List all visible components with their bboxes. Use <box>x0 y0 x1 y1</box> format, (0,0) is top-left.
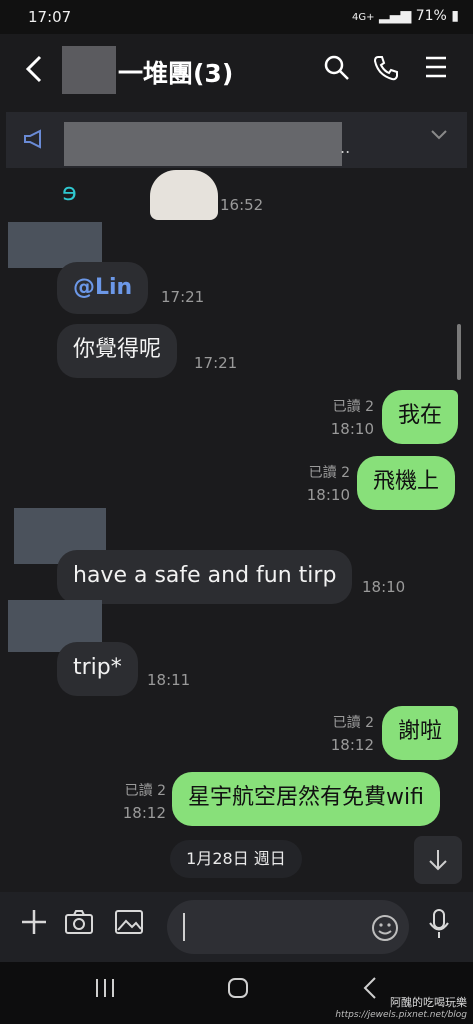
home-icon <box>228 978 248 998</box>
message-bubble-outgoing[interactable]: 我在 <box>382 390 459 444</box>
text-caret <box>183 913 185 941</box>
menu-button[interactable] <box>424 54 448 84</box>
message-time: 17:21 <box>161 288 205 306</box>
sticker-decoration: ɘ <box>62 178 77 206</box>
message-bubble-incoming[interactable]: trip* <box>57 642 138 696</box>
date-separator: 1月28日 週日 <box>170 840 302 878</box>
status-time: 17:07 <box>28 8 72 26</box>
recents-button[interactable] <box>94 976 116 1006</box>
back-button[interactable] <box>24 54 44 90</box>
message-time: 18:11 <box>147 671 191 689</box>
chevron-down-icon <box>431 130 447 140</box>
search-button[interactable] <box>323 54 351 86</box>
megaphone-icon <box>22 128 46 155</box>
battery-label: 71% <box>415 8 447 24</box>
image-button[interactable] <box>114 908 144 943</box>
plus-button[interactable] <box>20 908 48 943</box>
message-text: 星宇航空居然有免費wifi <box>188 785 424 810</box>
menu-icon <box>426 56 446 78</box>
message-text: 你覺得呢 <box>73 337 162 362</box>
message-bubble-incoming[interactable]: @Lin <box>57 262 149 314</box>
watermark-title: 阿醜的吃喝玩樂 <box>390 996 467 1009</box>
camera-icon <box>65 910 93 934</box>
announcement-ellipsis: .. <box>340 138 351 157</box>
message-text: 謝啦 <box>398 719 443 744</box>
scroll-to-bottom-button[interactable] <box>414 836 462 884</box>
network-label: 4G+ <box>351 12 375 23</box>
camera-button[interactable] <box>64 908 94 943</box>
mention-text[interactable]: @Lin <box>73 275 132 300</box>
announcement-text-redacted <box>64 122 342 166</box>
message-text: 飛機上 <box>373 469 440 494</box>
message-bubble-outgoing[interactable]: 飛機上 <box>357 456 456 510</box>
read-receipt: 已讀 2 18:12 <box>122 783 166 822</box>
message-text: 我在 <box>398 403 443 428</box>
mic-button[interactable] <box>428 908 450 947</box>
message-text: trip* <box>73 655 122 680</box>
message-bubble-outgoing[interactable]: 謝啦 <box>382 706 459 760</box>
battery-icon: ▮ <box>451 8 459 24</box>
expand-announcement-button[interactable] <box>430 126 448 145</box>
read-receipt: 已讀 2 18:10 <box>330 399 374 438</box>
avatar-redacted <box>62 46 116 94</box>
plus-icon <box>22 910 46 934</box>
chat-title: 一堆團(3) <box>118 59 234 88</box>
phone-icon <box>373 56 398 81</box>
call-button[interactable] <box>372 54 400 86</box>
search-icon <box>324 55 349 80</box>
scrollbar[interactable] <box>457 324 461 380</box>
message-time: 17:21 <box>194 354 238 372</box>
message-time: 16:52 <box>220 196 264 214</box>
mic-icon <box>429 909 449 938</box>
read-receipt: 已讀 2 18:12 <box>330 715 374 754</box>
emoji-button[interactable] <box>371 914 399 949</box>
arrow-down-icon <box>429 850 447 871</box>
message-time: 18:10 <box>362 578 406 596</box>
back-icon <box>363 977 376 999</box>
read-receipt: 已讀 2 18:10 <box>306 465 350 504</box>
message-bubble-incoming[interactable]: have a safe and fun tirp <box>57 550 353 604</box>
signal-icon: ▂▄▆ <box>378 8 412 24</box>
message-bubble-incoming[interactable]: 你覺得呢 <box>57 324 178 378</box>
image-icon <box>115 910 143 934</box>
status-icons: 4G+ ▂▄▆ 71% ▮ <box>352 8 459 24</box>
home-button[interactable] <box>226 976 250 1006</box>
recents-icon <box>96 979 114 997</box>
message-bubble-outgoing[interactable]: 星宇航空居然有免費wifi <box>172 772 440 826</box>
watermark-url: https://jewels.pixnet.net/blog <box>335 1010 467 1020</box>
emoji-icon <box>372 915 398 941</box>
chevron-left-icon <box>25 55 42 83</box>
message-text: have a safe and fun tirp <box>73 563 337 588</box>
nav-back-button[interactable] <box>362 976 378 1006</box>
sticker-image[interactable] <box>150 170 218 220</box>
